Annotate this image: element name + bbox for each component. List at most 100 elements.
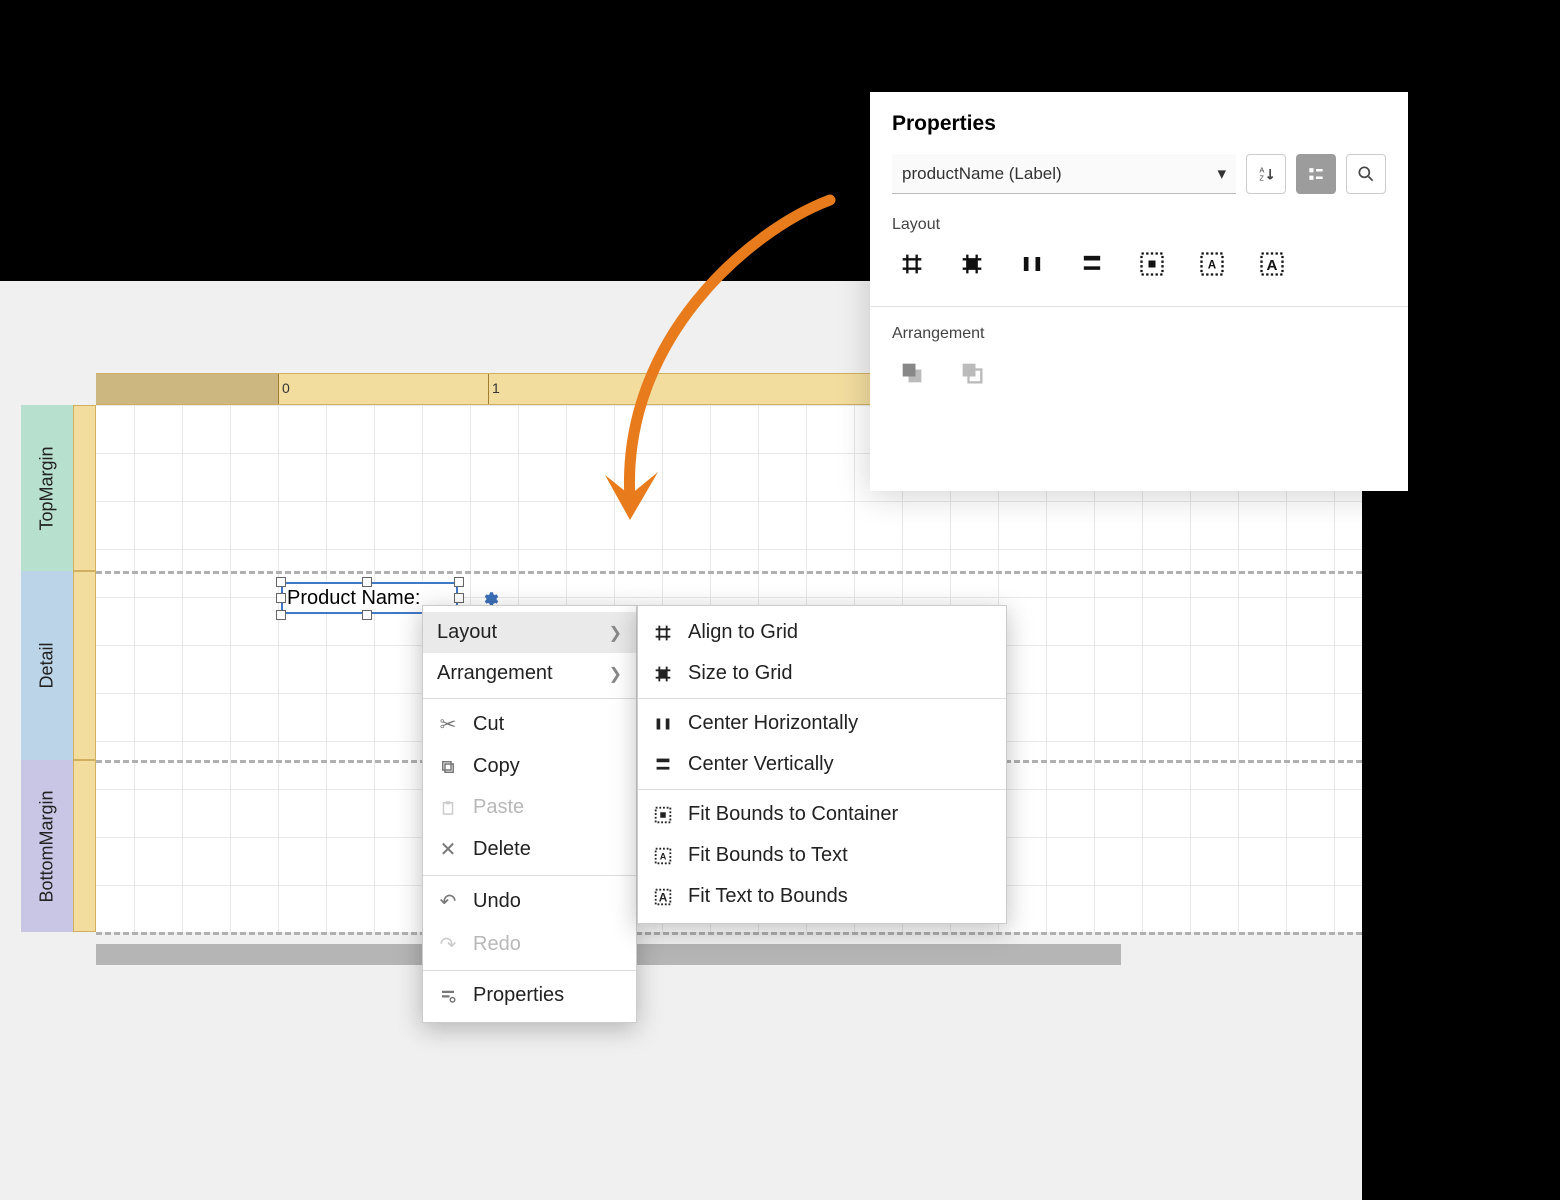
size-to-grid-button[interactable] bbox=[956, 248, 988, 280]
menu-item-fit-bounds-container[interactable]: Fit Bounds to Container bbox=[638, 794, 1006, 835]
menu-item-center-horizontally[interactable]: Center Horizontally bbox=[638, 703, 1006, 744]
copy-icon bbox=[437, 758, 459, 776]
layout-icon-row: A A bbox=[892, 248, 1386, 280]
menu-item-fit-bounds-text[interactable]: A Fit Bounds to Text bbox=[638, 835, 1006, 876]
panel-title: Properties bbox=[892, 112, 1386, 136]
center-vertical-button[interactable] bbox=[1076, 248, 1108, 280]
undo-icon: ↶ bbox=[437, 889, 459, 914]
context-menu: Layout ❯ Arrangement ❯ ✂ Cut Copy Paste … bbox=[422, 605, 637, 1023]
menu-item-cut[interactable]: ✂ Cut bbox=[423, 703, 636, 746]
menu-separator bbox=[638, 698, 1006, 699]
context-submenu-layout: Align to Grid Size to Grid Center Horizo… bbox=[637, 605, 1007, 924]
dropdown-value: productName (Label) bbox=[902, 164, 1062, 184]
resize-handle[interactable] bbox=[454, 593, 464, 603]
align-to-grid-button[interactable] bbox=[896, 248, 928, 280]
menu-item-label: Copy bbox=[473, 755, 622, 778]
center-horizontal-icon bbox=[652, 713, 674, 735]
band-ruler-topmargin bbox=[73, 405, 96, 571]
band-header-topmargin[interactable]: TopMargin bbox=[21, 405, 73, 571]
search-button[interactable] bbox=[1346, 154, 1386, 194]
resize-handle[interactable] bbox=[276, 610, 286, 620]
svg-text:A: A bbox=[659, 890, 668, 904]
section-label-arrangement: Arrangement bbox=[892, 325, 1386, 343]
fit-text-bounds-button[interactable]: A bbox=[1256, 248, 1288, 280]
menu-item-copy[interactable]: Copy bbox=[423, 746, 636, 787]
chevron-right-icon: ❯ bbox=[609, 623, 622, 643]
band-separator[interactable] bbox=[96, 571, 1362, 574]
menu-item-align-to-grid[interactable]: Align to Grid bbox=[638, 612, 1006, 653]
band-ruler-detail bbox=[73, 571, 96, 760]
sort-az-button[interactable]: AZ bbox=[1246, 154, 1286, 194]
menu-item-properties[interactable]: Properties bbox=[423, 975, 636, 1016]
center-vertical-icon bbox=[652, 754, 674, 776]
menu-item-label: Center Vertically bbox=[688, 753, 992, 776]
band-header-detail[interactable]: Detail bbox=[21, 571, 73, 760]
redo-icon: ↷ bbox=[437, 932, 459, 957]
menu-item-label: Paste bbox=[473, 796, 622, 819]
size-to-grid-icon bbox=[652, 663, 674, 685]
center-horizontal-button[interactable] bbox=[1016, 248, 1048, 280]
menu-item-label: Fit Bounds to Text bbox=[688, 844, 992, 867]
fit-bounds-text-button[interactable]: A bbox=[1196, 248, 1228, 280]
chevron-down-icon: ▾ bbox=[1217, 164, 1226, 184]
menu-item-paste: Paste bbox=[423, 787, 636, 828]
resize-handle[interactable] bbox=[276, 577, 286, 587]
svg-text:Z: Z bbox=[1259, 174, 1264, 183]
menu-item-center-vertically[interactable]: Center Vertically bbox=[638, 744, 1006, 785]
resize-handle[interactable] bbox=[362, 610, 372, 620]
band-label: TopMargin bbox=[37, 446, 58, 530]
menu-item-label: Fit Bounds to Container bbox=[688, 803, 992, 826]
ruler-tick-label: 0 bbox=[282, 380, 290, 396]
arrangement-icon-row bbox=[892, 357, 1386, 389]
menu-item-label: Center Horizontally bbox=[688, 712, 992, 735]
svg-text:A: A bbox=[1208, 259, 1217, 272]
menu-item-label: Delete bbox=[473, 838, 622, 861]
paste-icon bbox=[437, 799, 459, 817]
properties-icon bbox=[437, 987, 459, 1005]
menu-separator bbox=[423, 875, 636, 876]
menu-item-delete[interactable]: ✕ Delete bbox=[423, 828, 636, 871]
band-ruler-bottommargin bbox=[73, 760, 96, 932]
svg-text:A: A bbox=[1267, 257, 1278, 274]
menu-item-undo[interactable]: ↶ Undo bbox=[423, 880, 636, 923]
menu-separator bbox=[423, 698, 636, 699]
section-label-layout: Layout bbox=[892, 216, 1386, 234]
align-to-grid-icon bbox=[652, 622, 674, 644]
bring-forward-button[interactable] bbox=[896, 357, 928, 389]
menu-item-arrangement[interactable]: Arrangement ❯ bbox=[423, 653, 636, 694]
send-backward-button[interactable] bbox=[956, 357, 988, 389]
element-selector-dropdown[interactable]: productName (Label) ▾ bbox=[892, 154, 1236, 194]
chevron-right-icon: ❯ bbox=[609, 664, 622, 684]
category-view-button[interactable] bbox=[1296, 154, 1336, 194]
properties-panel: Properties productName (Label) ▾ AZ Layo… bbox=[870, 92, 1408, 491]
resize-handle[interactable] bbox=[454, 577, 464, 587]
menu-item-layout[interactable]: Layout ❯ bbox=[423, 612, 636, 653]
resize-handle[interactable] bbox=[362, 577, 372, 587]
band-label: BottomMargin bbox=[37, 790, 58, 902]
fit-bounds-container-button[interactable] bbox=[1136, 248, 1168, 280]
fit-text-bounds-icon: A bbox=[652, 886, 674, 908]
fit-bounds-container-icon bbox=[652, 804, 674, 826]
menu-item-label: Size to Grid bbox=[688, 662, 992, 685]
resize-handle[interactable] bbox=[276, 593, 286, 603]
menu-separator bbox=[638, 789, 1006, 790]
section-divider bbox=[870, 306, 1408, 307]
menu-item-redo: ↷ Redo bbox=[423, 923, 636, 966]
menu-item-label: Fit Text to Bounds bbox=[688, 885, 992, 908]
fit-bounds-text-icon: A bbox=[652, 845, 674, 867]
band-header-bottommargin[interactable]: BottomMargin bbox=[21, 760, 73, 932]
menu-item-size-to-grid[interactable]: Size to Grid bbox=[638, 653, 1006, 694]
menu-item-label: Cut bbox=[473, 713, 622, 736]
svg-text:A: A bbox=[660, 851, 667, 861]
menu-item-label: Redo bbox=[473, 933, 622, 956]
menu-separator bbox=[423, 970, 636, 971]
menu-item-fit-text-bounds[interactable]: A Fit Text to Bounds bbox=[638, 876, 1006, 917]
delete-icon: ✕ bbox=[437, 837, 459, 862]
menu-item-label: Layout bbox=[437, 621, 595, 644]
ruler-tick-label: 1 bbox=[492, 380, 500, 396]
band-separator[interactable] bbox=[96, 932, 1362, 935]
label-text: Product Name: bbox=[287, 587, 420, 610]
menu-item-label: Properties bbox=[473, 984, 622, 1007]
menu-item-label: Align to Grid bbox=[688, 621, 992, 644]
menu-item-label: Arrangement bbox=[437, 662, 595, 685]
